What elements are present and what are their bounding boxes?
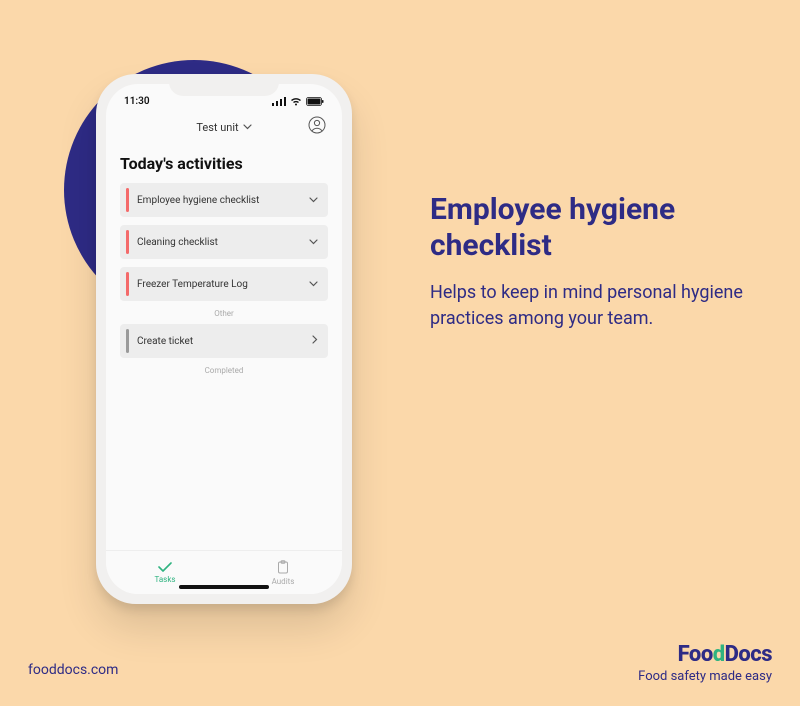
phone-screen: 11:30 Test unit T — [106, 84, 342, 594]
status-bar: 11:30 — [106, 84, 342, 112]
brand-part-1: Foo — [678, 642, 713, 667]
signal-icon — [272, 97, 286, 106]
chevron-down-icon — [309, 279, 318, 290]
tab-label: Tasks — [155, 575, 176, 584]
wifi-icon — [290, 97, 302, 106]
chevron-down-icon — [309, 195, 318, 206]
section-other-label: Other — [120, 309, 328, 318]
page-title: Today's activities — [120, 154, 328, 173]
chevron-down-icon — [243, 124, 252, 130]
tab-label: Audits — [272, 577, 295, 586]
unit-label: Test unit — [196, 121, 238, 134]
create-ticket-label: Create ticket — [137, 336, 312, 347]
footer-url: fooddocs.com — [28, 662, 118, 678]
activity-label: Freezer Temperature Log — [137, 279, 309, 290]
app-header: Test unit — [106, 112, 342, 142]
brand-part-3: Docs — [725, 642, 772, 667]
activity-employee-hygiene[interactable]: Employee hygiene checklist — [120, 183, 328, 217]
headline-title: Employee hygiene checklist — [430, 192, 750, 264]
status-time: 11:30 — [124, 96, 150, 107]
headline-block: Employee hygiene checklist Helps to keep… — [430, 192, 750, 332]
brand-part-2: d — [713, 642, 725, 667]
content-area: Today's activities Employee hygiene chec… — [106, 142, 342, 550]
home-indicator — [179, 585, 269, 589]
brand-logo: FoodDocs — [638, 642, 772, 667]
status-stripe — [126, 188, 129, 212]
status-indicators — [272, 97, 324, 106]
phone-mockup: 11:30 Test unit T — [96, 74, 352, 604]
chevron-down-icon — [309, 237, 318, 248]
brand-tagline: Food safety made easy — [638, 669, 772, 684]
status-stripe — [126, 230, 129, 254]
profile-icon[interactable] — [308, 116, 326, 134]
activity-label: Cleaning checklist — [137, 237, 309, 248]
chevron-right-icon — [312, 335, 318, 347]
status-stripe — [126, 329, 129, 353]
create-ticket-button[interactable]: Create ticket — [120, 324, 328, 358]
battery-icon — [306, 97, 324, 106]
status-stripe — [126, 272, 129, 296]
activity-freezer-temp[interactable]: Freezer Temperature Log — [120, 267, 328, 301]
unit-selector[interactable]: Test unit — [196, 121, 251, 134]
activity-label: Employee hygiene checklist — [137, 195, 309, 206]
activity-cleaning[interactable]: Cleaning checklist — [120, 225, 328, 259]
section-completed-label: Completed — [120, 366, 328, 375]
headline-subtitle: Helps to keep in mind personal hygiene p… — [430, 280, 750, 332]
check-icon — [158, 562, 172, 574]
footer-brand-block: FoodDocs Food safety made easy — [638, 642, 772, 684]
clipboard-icon — [277, 560, 289, 576]
